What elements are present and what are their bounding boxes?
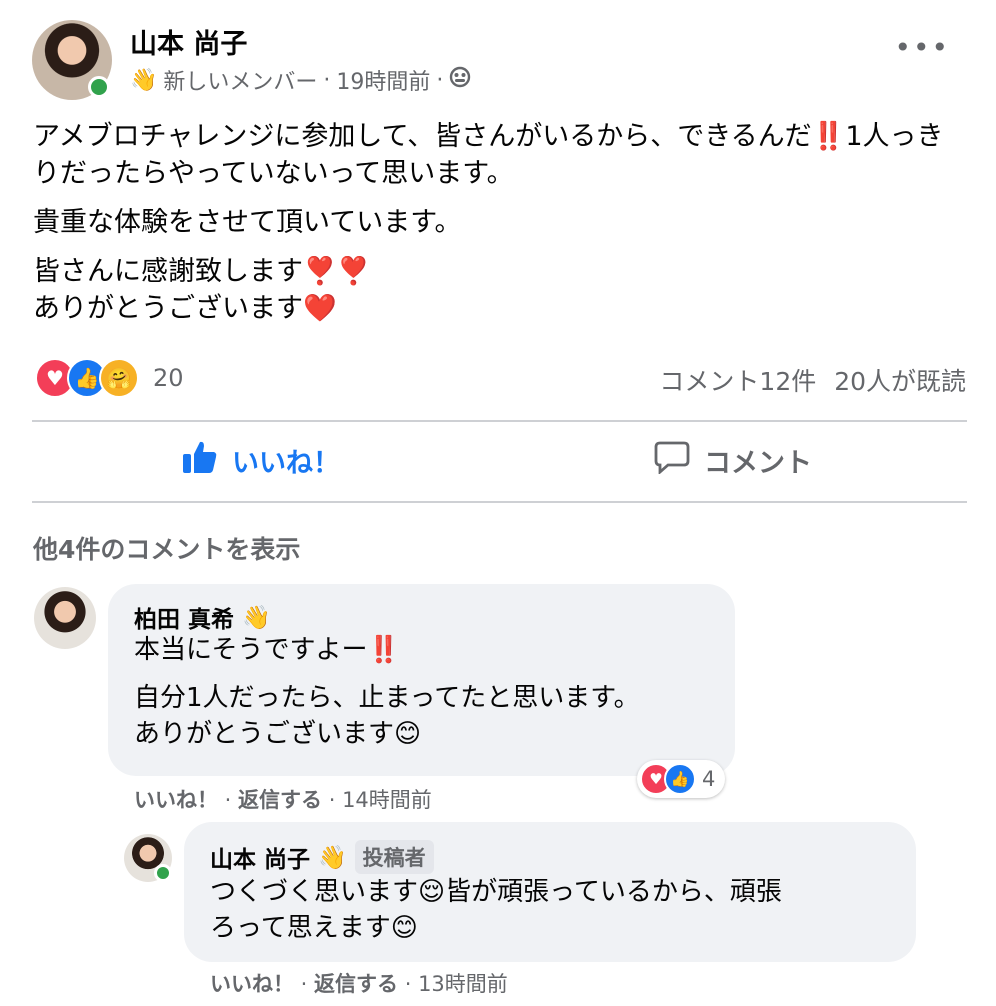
divider — [32, 420, 967, 422]
comment-text: 本当にそうですよー‼️ 自分1人だったら、止まってたと思います。 ありがとうござい… — [134, 635, 640, 749]
waving-hand-icon: 👋 — [130, 67, 158, 93]
commenter-name[interactable]: 柏田 真希 👋 — [134, 600, 271, 634]
thumbs-up-icon — [182, 440, 218, 481]
like-label: いいね！ — [232, 448, 340, 479]
comment-reaction-count: 4 — [702, 767, 716, 791]
reply-text: つくづく思います😌皆が頑張っているから、頑張 ろって思えます😊 — [210, 877, 782, 943]
post-meta: 👋 新しいメンバー · 19時間前 · — [130, 64, 471, 96]
author-badge: 投稿者 — [354, 840, 434, 874]
like-button[interactable]: いいね！ — [182, 440, 340, 481]
reply-reply-link[interactable]: 返信する — [314, 972, 398, 996]
reaction-summary[interactable]: ♥ 👍 🤗 20 — [35, 358, 184, 398]
waving-hand-icon: 👋 — [318, 844, 347, 871]
comment-bubble: 柏田 真希 👋 本当にそうですよー‼️ 自分1人だったら、止まってたと思います。… — [108, 584, 735, 776]
comment-bubble-icon — [654, 440, 690, 481]
divider — [32, 501, 967, 503]
comment-actions: いいね！ · 返信する · 14時間前 — [134, 788, 432, 812]
online-status-dot — [88, 76, 110, 98]
comment-like-link[interactable]: いいね！ — [134, 788, 218, 812]
comment-label: コメント — [704, 448, 812, 479]
comment-time[interactable]: 14時間前 — [342, 788, 432, 812]
comment-button[interactable]: コメント — [654, 440, 812, 481]
more-options-icon[interactable]: ••• — [894, 34, 950, 62]
reaction-count: 20 — [153, 364, 184, 392]
post-stats: コメント12件 20人が既読 — [659, 362, 966, 398]
reply-bubble: 山本 尚子 👋 投稿者 つくづく思います😌皆が頑張っているから、頑張 ろって思えま… — [184, 822, 916, 962]
post-author-name[interactable]: 山本 尚子 — [130, 22, 247, 61]
seen-count[interactable]: 20人が既読 — [834, 367, 966, 396]
online-status-dot — [154, 864, 172, 882]
reply-author-name[interactable]: 山本 尚子 👋 投稿者 — [210, 840, 434, 874]
commenter-avatar[interactable] — [34, 587, 96, 649]
comment-count[interactable]: コメント12件 — [659, 367, 816, 396]
view-more-comments[interactable]: 他4件のコメントを表示 — [33, 530, 300, 566]
reply-like-link[interactable]: いいね！ — [210, 972, 294, 996]
care-reaction-icon: 🤗 — [99, 358, 139, 398]
waving-hand-icon: 👋 — [242, 604, 271, 631]
post-body: アメブロチャレンジに参加して、皆さんがいるから、できるんだ‼️1人っきりだったら… — [33, 121, 944, 324]
comment-reaction-summary[interactable]: ♥ 👍 4 — [637, 760, 726, 798]
comment-reply-link[interactable]: 返信する — [238, 788, 322, 812]
member-label: 新しいメンバー — [163, 70, 318, 95]
group-icon — [449, 66, 471, 94]
reply-actions: いいね！ · 返信する · 13時間前 — [210, 972, 508, 996]
reply-time[interactable]: 13時間前 — [418, 972, 508, 996]
like-reaction-icon: 👍 — [664, 763, 696, 795]
post-time[interactable]: 19時間前 — [336, 64, 430, 96]
